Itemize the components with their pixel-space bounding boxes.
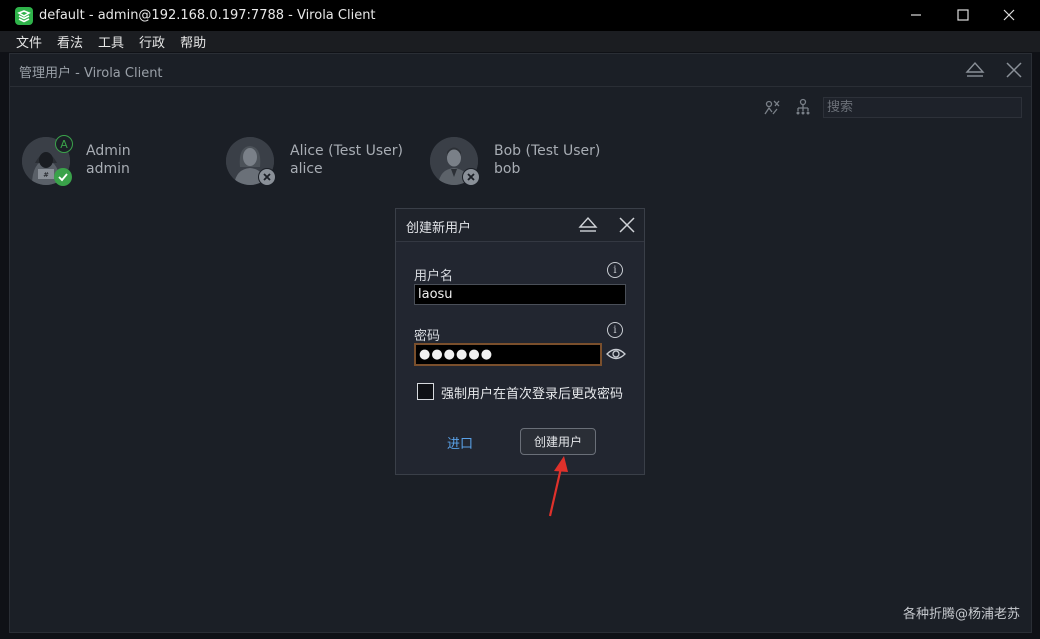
close-icon bbox=[1003, 6, 1015, 25]
svg-text:#: # bbox=[43, 171, 49, 179]
import-button[interactable]: 进口 bbox=[447, 433, 473, 452]
maximize-icon bbox=[957, 6, 969, 25]
close-icon[interactable] bbox=[618, 216, 636, 238]
user-card-bob[interactable]: Bob (Test User) bob bbox=[430, 137, 620, 189]
user-login-name: alice bbox=[290, 161, 323, 177]
user-card-alice[interactable]: Alice (Test User) alice bbox=[226, 137, 416, 189]
password-field[interactable] bbox=[414, 343, 602, 366]
minimize-button[interactable] bbox=[893, 0, 939, 31]
search-input[interactable] bbox=[823, 97, 1022, 118]
annotation-arrow bbox=[548, 456, 568, 517]
user-display-name: Alice (Test User) bbox=[290, 143, 403, 159]
window-close-button[interactable] bbox=[986, 0, 1032, 31]
create-user-button[interactable]: 创建用户 bbox=[520, 428, 596, 455]
user-card-admin[interactable]: # A Admin admin bbox=[22, 135, 212, 189]
info-icon[interactable]: i bbox=[607, 322, 623, 338]
force-change-checkbox[interactable] bbox=[417, 383, 434, 400]
window-title: default - admin@192.168.0.197:7788 - Vir… bbox=[39, 8, 376, 23]
user-display-name: Bob (Test User) bbox=[494, 143, 601, 159]
info-icon[interactable]: i bbox=[607, 262, 623, 278]
maximize-button[interactable] bbox=[940, 0, 986, 31]
menu-admin[interactable]: 行政 bbox=[139, 32, 165, 51]
user-login-name: admin bbox=[86, 161, 130, 177]
dialog-title: 创建新用户 bbox=[406, 221, 472, 236]
create-user-dialog: 创建新用户 用户名 i 密码 i 强制用户在首次登录后更改密码 进口 创建用户 bbox=[395, 208, 645, 475]
user-tree-icon[interactable] bbox=[794, 98, 812, 116]
minimize-icon bbox=[910, 6, 922, 25]
virola-logo-icon bbox=[15, 6, 33, 25]
username-label: 用户名 bbox=[414, 269, 454, 284]
menu-file[interactable]: 文件 bbox=[16, 32, 42, 51]
eject-icon[interactable] bbox=[577, 215, 599, 239]
password-label: 密码 bbox=[414, 329, 441, 344]
panel-title: 管理用户 - Virola Client bbox=[19, 66, 163, 81]
menu-tools[interactable]: 工具 bbox=[98, 32, 124, 51]
dialog-header: 创建新用户 bbox=[396, 209, 644, 242]
watermark-text: 各种折腾@杨浦老苏 bbox=[902, 607, 1020, 622]
force-change-label[interactable]: 强制用户在首次登录后更改密码 bbox=[441, 383, 623, 402]
x-badge-icon bbox=[462, 168, 480, 186]
user-display-name: Admin bbox=[86, 143, 131, 159]
window-titlebar: default - admin@192.168.0.197:7788 - Vir… bbox=[0, 0, 1040, 31]
x-badge-icon bbox=[258, 168, 276, 186]
admin-badge: A bbox=[55, 135, 73, 153]
menubar: 文件 看法 工具 行政 帮助 bbox=[0, 31, 1040, 52]
panel-header: 管理用户 - Virola Client bbox=[10, 54, 1031, 87]
menu-view[interactable]: 看法 bbox=[57, 32, 83, 51]
user-disconnect-icon[interactable] bbox=[763, 98, 781, 116]
eye-icon[interactable] bbox=[606, 346, 626, 366]
username-field[interactable] bbox=[414, 284, 626, 305]
close-icon[interactable] bbox=[1004, 60, 1026, 80]
user-login-name: bob bbox=[494, 161, 521, 177]
menu-help[interactable]: 帮助 bbox=[180, 32, 206, 51]
eject-icon[interactable] bbox=[964, 60, 986, 80]
check-badge-icon bbox=[54, 168, 72, 186]
